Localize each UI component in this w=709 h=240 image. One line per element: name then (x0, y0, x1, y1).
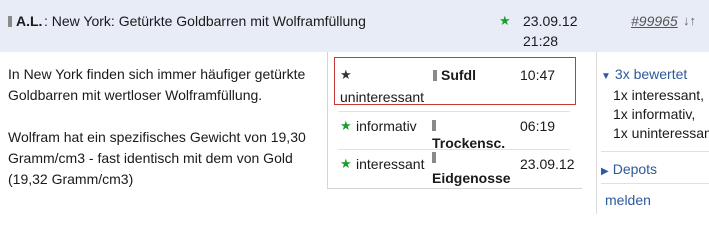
rating-user[interactable]: Sufdl (441, 67, 476, 83)
rating-label: uninteressant (340, 89, 425, 105)
divider (338, 149, 570, 150)
rating-summary-line: 1x informativ, (613, 106, 696, 122)
rating-time: 06:19 (520, 118, 556, 134)
post-author[interactable]: A.L. (16, 13, 42, 29)
rating-time: 10:47 (520, 67, 556, 83)
report-link[interactable]: melden (605, 192, 651, 208)
divider (338, 111, 570, 112)
ratings-list: ★ Sufdl 10:47 uninteressant ★ informativ… (327, 52, 582, 189)
rating-user[interactable]: Eidgenosse (432, 170, 511, 186)
post-paragraph: In New York finden sich immer häufiger g… (8, 66, 306, 103)
rating-summary-line: 1x uninteressant (613, 125, 709, 141)
user-rank-bar-icon (432, 120, 436, 131)
divider (601, 183, 709, 184)
post-time: 21:28 (523, 33, 559, 49)
post-body: In New York finden sich immer häufiger g… (8, 64, 308, 211)
rating-time: 23.09.12 (520, 156, 575, 172)
rating-row[interactable]: ★ interessant 23.09.12 Eidgenosse (328, 152, 582, 186)
depots-label: Depots (612, 161, 658, 177)
post-title: : New York: Getürkte Goldbarren mit Wolf… (44, 13, 366, 29)
user-rank-bar-icon (8, 16, 12, 27)
post-paragraph: Wolfram hat ein spezifisches Gewicht von… (8, 129, 306, 187)
depots-toggle[interactable]: ▶ Depots (601, 161, 657, 177)
rated-toggle[interactable]: ▼ 3x bewertet (601, 66, 687, 82)
divider (601, 151, 709, 152)
post-header: A.L. : New York: Getürkte Goldbarren mit… (0, 0, 709, 52)
rating-row[interactable]: ★ informativ 06:19 Trockensc. (328, 118, 582, 151)
dark-star-icon: ★ (340, 67, 352, 82)
user-rank-bar-icon (432, 152, 436, 163)
triangle-down-icon: ▼ (601, 71, 611, 82)
rating-label: informativ (356, 118, 417, 134)
post-date: 23.09.12 (523, 13, 578, 29)
triangle-right-icon: ▶ (601, 166, 609, 177)
post-sidebar: ▼ 3x bewertet 1x interessant, 1x informat… (596, 52, 709, 214)
rating-label: interessant (356, 156, 425, 172)
green-star-icon: ★ (499, 13, 511, 28)
green-star-icon: ★ (340, 118, 352, 133)
rating-row[interactable]: ★ Sufdl 10:47 uninteressant (334, 57, 576, 105)
rated-toggle-label: 3x bewertet (614, 66, 688, 82)
rating-summary-line: 1x interessant, (613, 87, 705, 103)
sort-arrows-icon[interactable]: ↓↑ (683, 13, 696, 28)
user-rank-bar-icon (433, 70, 437, 81)
post-id-link[interactable]: #99965 (631, 13, 678, 29)
green-star-icon: ★ (340, 156, 352, 171)
